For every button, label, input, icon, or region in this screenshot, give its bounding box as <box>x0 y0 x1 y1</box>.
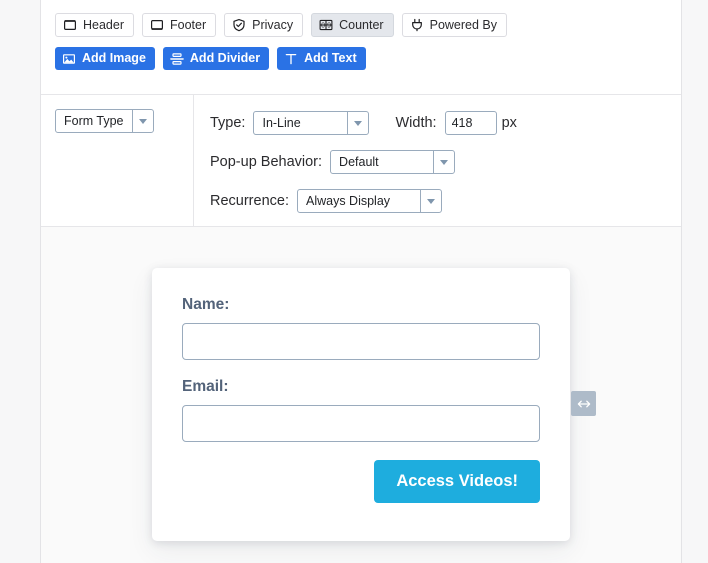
add-divider-button[interactable]: Add Divider <box>162 47 270 70</box>
form-settings-column: Type: In-Line Width: px Pop-up Behavior:… <box>194 95 681 226</box>
width-input[interactable] <box>444 111 497 135</box>
svg-text:0: 0 <box>321 23 325 30</box>
add-text-label: Add Text <box>304 51 357 66</box>
add-image-label: Add Image <box>82 51 146 66</box>
chevron-down-icon <box>131 110 153 132</box>
chip-header[interactable]: Header <box>55 13 134 37</box>
width-unit: px <box>501 115 517 131</box>
add-element-button-row: Add Image Add Divider Add Text <box>55 47 681 70</box>
popup-behavior-value: Default <box>339 155 379 169</box>
image-icon <box>62 52 76 66</box>
email-input[interactable] <box>182 405 540 442</box>
form-type-column: Form Type <box>41 95 194 226</box>
chevron-down-icon <box>419 190 441 212</box>
type-row: Type: In-Line Width: px <box>210 110 681 136</box>
type-select[interactable]: In-Line <box>253 111 370 135</box>
recurrence-row: Recurrence: Always Display <box>210 188 681 214</box>
form-settings-section: Form Type Type: In-Line Width: px Pop-up… <box>41 95 681 227</box>
width-label: Width: <box>395 115 437 131</box>
access-videos-button[interactable]: Access Videos! <box>374 460 540 503</box>
chip-privacy-label: Privacy <box>252 17 294 32</box>
chip-powered-by[interactable]: Powered By <box>401 13 508 37</box>
add-text-button[interactable]: Add Text <box>277 47 366 70</box>
text-t-icon <box>284 52 298 66</box>
email-field-label: Email: <box>182 378 229 395</box>
chip-powered-by-label: Powered By <box>429 17 498 32</box>
counter-icon: 0 9 <box>319 18 333 32</box>
footer-icon <box>150 18 164 32</box>
name-input[interactable] <box>182 323 540 360</box>
chevron-down-icon <box>347 112 368 134</box>
chip-footer-label: Footer <box>170 17 207 32</box>
popup-behavior-label: Pop-up Behavior: <box>210 154 323 170</box>
svg-text:9: 9 <box>327 23 331 30</box>
submit-row: Access Videos! <box>182 460 540 503</box>
chip-counter-label: Counter <box>339 17 384 32</box>
add-image-button[interactable]: Add Image <box>55 47 155 70</box>
divider-icon <box>170 52 184 66</box>
power-plug-icon <box>410 18 424 32</box>
horizontal-resize-icon <box>576 396 592 412</box>
form-type-value: Form Type <box>64 114 124 128</box>
type-value: In-Line <box>262 116 301 130</box>
recurrence-select[interactable]: Always Display <box>296 189 442 213</box>
width-resize-handle[interactable] <box>571 391 596 416</box>
popup-behavior-row: Pop-up Behavior: Default <box>210 149 681 175</box>
chevron-down-icon <box>433 151 454 173</box>
element-toolbar: Header Footer Privacy 0 9 Counter Powere… <box>41 0 681 95</box>
chip-counter[interactable]: 0 9 Counter <box>311 13 394 37</box>
form-editor-panel: Header Footer Privacy 0 9 Counter Powere… <box>40 0 682 563</box>
recurrence-value: Always Display <box>305 194 391 208</box>
form-type-select[interactable]: Form Type <box>55 109 154 133</box>
form-preview-area: Name: Email: Access Videos! <box>41 227 681 563</box>
element-chip-row: Header Footer Privacy 0 9 Counter Powere… <box>55 13 681 37</box>
header-icon <box>63 18 77 32</box>
type-label: Type: <box>210 115 246 131</box>
shield-check-icon <box>232 18 246 32</box>
form-preview-card: Name: Email: Access Videos! <box>152 268 570 541</box>
chip-footer[interactable]: Footer <box>142 13 217 37</box>
chip-header-label: Header <box>83 17 124 32</box>
name-field-label: Name: <box>182 296 230 313</box>
add-divider-label: Add Divider <box>189 51 261 66</box>
chip-privacy[interactable]: Privacy <box>224 13 304 37</box>
recurrence-label: Recurrence: <box>210 193 289 209</box>
popup-behavior-select[interactable]: Default <box>330 150 456 174</box>
